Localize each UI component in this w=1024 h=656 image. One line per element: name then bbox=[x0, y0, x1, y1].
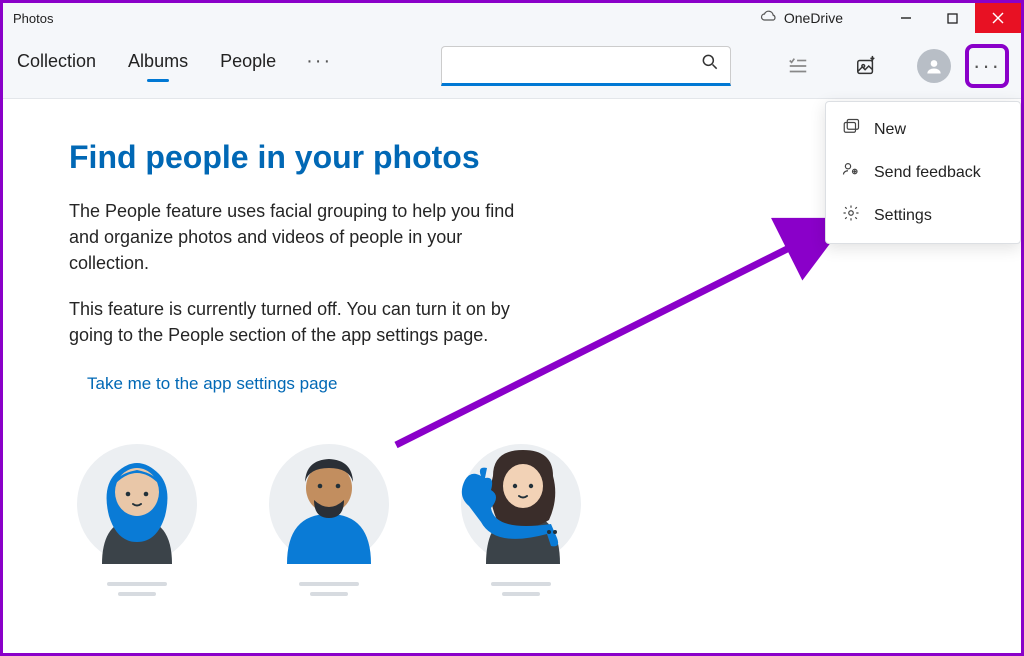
description-2: This feature is currently turned off. Yo… bbox=[69, 296, 539, 348]
menu-item-settings[interactable]: Settings bbox=[826, 194, 1020, 237]
cloud-icon bbox=[760, 8, 778, 29]
avatar-row bbox=[77, 444, 1021, 602]
tab-people[interactable]: People bbox=[218, 45, 278, 86]
nav-bar: Collection Albums People ··· ··· bbox=[3, 33, 1021, 99]
tabs: Collection Albums People ··· bbox=[15, 45, 332, 86]
select-icon[interactable] bbox=[781, 49, 815, 83]
tab-collection[interactable]: Collection bbox=[15, 45, 98, 86]
nav-icons bbox=[781, 49, 951, 83]
close-button[interactable] bbox=[975, 3, 1021, 33]
avatar-illustration-3 bbox=[461, 444, 581, 564]
account-icon[interactable] bbox=[917, 49, 951, 83]
search-icon[interactable] bbox=[700, 52, 720, 77]
description-1: The People feature uses facial grouping … bbox=[69, 198, 539, 276]
title-bar: Photos OneDrive bbox=[3, 3, 1021, 33]
import-icon[interactable] bbox=[849, 49, 883, 83]
window-controls bbox=[883, 3, 1021, 33]
menu-label: Settings bbox=[874, 207, 932, 225]
menu-label: Send feedback bbox=[874, 164, 981, 182]
search-box[interactable] bbox=[441, 46, 731, 86]
avatar-card bbox=[77, 444, 197, 602]
avatar-illustration-2 bbox=[269, 444, 389, 564]
avatar-placeholder-lines bbox=[491, 576, 551, 602]
more-tabs-button[interactable]: ··· bbox=[306, 50, 332, 81]
maximize-button[interactable] bbox=[929, 3, 975, 33]
avatar-placeholder-lines bbox=[299, 576, 359, 602]
more-options-button[interactable]: ··· bbox=[965, 44, 1009, 88]
overflow-menu: New Send feedback Settings bbox=[825, 101, 1021, 244]
menu-item-feedback[interactable]: Send feedback bbox=[826, 151, 1020, 194]
app-title: Photos bbox=[13, 11, 53, 26]
avatar-card bbox=[461, 444, 581, 602]
onedrive-status[interactable]: OneDrive bbox=[760, 8, 843, 29]
settings-icon bbox=[842, 204, 860, 227]
search-input[interactable] bbox=[452, 56, 700, 73]
feedback-icon bbox=[842, 161, 860, 184]
menu-label: New bbox=[874, 121, 906, 139]
settings-link[interactable]: Take me to the app settings page bbox=[87, 374, 1021, 394]
avatar-card bbox=[269, 444, 389, 602]
menu-item-new[interactable]: New bbox=[826, 108, 1020, 151]
new-icon bbox=[842, 118, 860, 141]
minimize-button[interactable] bbox=[883, 3, 929, 33]
onedrive-label: OneDrive bbox=[784, 10, 843, 26]
avatar-illustration-1 bbox=[77, 444, 197, 564]
tab-albums[interactable]: Albums bbox=[126, 45, 190, 86]
avatar-placeholder-lines bbox=[107, 576, 167, 602]
